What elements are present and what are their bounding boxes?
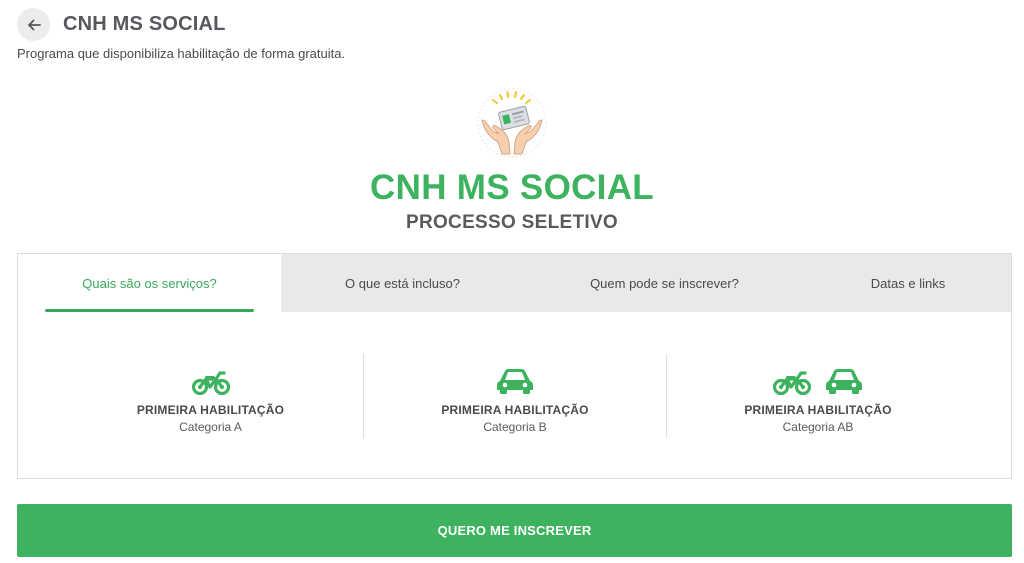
hero-title: CNH MS SOCIAL xyxy=(370,168,654,207)
service-item-category-a: PRIMEIRA HABILITAÇÃO Categoria A xyxy=(18,357,363,434)
service-category: Categoria AB xyxy=(782,420,854,434)
service-name: PRIMEIRA HABILITAÇÃO xyxy=(136,403,285,417)
service-icons xyxy=(58,363,363,395)
tab-dates-links[interactable]: Datas e links xyxy=(805,254,1011,312)
hero-subtitle: PROCESSO SELETIVO xyxy=(405,212,619,233)
service-icons xyxy=(667,363,969,395)
page-subtitle: Programa que disponibiliza habilitação d… xyxy=(17,46,346,61)
car-icon xyxy=(826,369,862,394)
tab-services[interactable]: Quais são os serviços? xyxy=(18,254,281,312)
hands-holding-license-icon xyxy=(477,88,547,158)
arrow-left-icon xyxy=(27,19,41,30)
service-name: PRIMEIRA HABILITAÇÃO xyxy=(744,403,892,417)
tab-bar: Quais são os serviços? O que está inclus… xyxy=(18,254,1011,312)
subscribe-button[interactable]: QUERO ME INSCREVER xyxy=(17,504,1012,557)
page-title: CNH MS SOCIAL xyxy=(63,13,226,35)
service-icons xyxy=(364,363,666,395)
hero: CNH MS SOCIAL PROCESSO SELETIVO xyxy=(0,86,1024,234)
car-icon xyxy=(497,369,533,394)
service-item-category-b: PRIMEIRA HABILITAÇÃO Categoria B xyxy=(364,357,666,434)
service-category: Categoria A xyxy=(179,420,242,434)
services-card: Quais são os serviços? O que está inclus… xyxy=(17,253,1012,479)
service-category: Categoria B xyxy=(483,420,547,434)
tab-included[interactable]: O que está incluso? xyxy=(281,254,524,312)
tab-eligibility[interactable]: Quem pode se inscrever? xyxy=(524,254,805,312)
service-item-category-ab: PRIMEIRA HABILITAÇÃO Categoria AB xyxy=(667,357,969,434)
page-header: CNH MS SOCIAL xyxy=(17,8,226,41)
motorcycle-icon xyxy=(773,371,811,395)
services-list: PRIMEIRA HABILITAÇÃO Categoria A PRIMEIR… xyxy=(18,312,1011,479)
back-button[interactable] xyxy=(17,8,50,41)
motorcycle-icon xyxy=(191,371,230,395)
service-name: PRIMEIRA HABILITAÇÃO xyxy=(441,403,589,417)
